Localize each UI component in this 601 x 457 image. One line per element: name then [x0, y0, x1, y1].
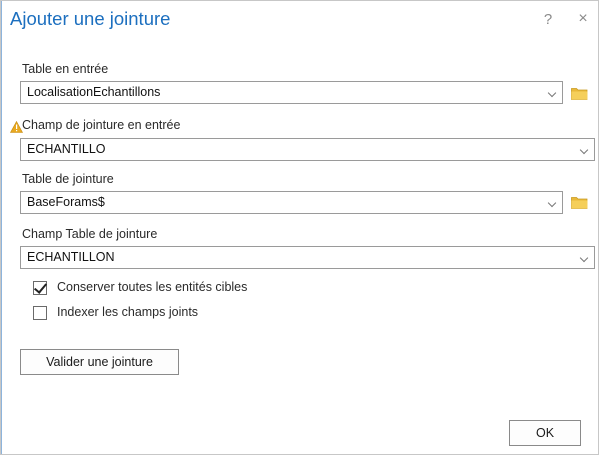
ok-button[interactable]: OK	[509, 420, 581, 446]
chevron-down-icon	[579, 253, 589, 263]
chevron-down-icon	[579, 145, 589, 155]
input-join-field-value: ECHANTILLO	[27, 142, 106, 156]
folder-icon[interactable]	[571, 196, 588, 209]
validate-join-button[interactable]: Valider une jointure	[20, 349, 179, 375]
input-join-field-dropdown[interactable]: ECHANTILLO	[20, 138, 595, 161]
folder-icon[interactable]	[571, 87, 588, 100]
input-table-value: LocalisationEchantillons	[27, 85, 161, 99]
join-table-value: BaseForams$	[27, 195, 105, 209]
index-fields-checkbox[interactable]	[33, 306, 47, 320]
help-button[interactable]: ?	[541, 11, 555, 29]
join-table-label: Table de jointure	[22, 172, 114, 186]
join-table-dropdown[interactable]: BaseForams$	[20, 191, 563, 214]
chevron-down-icon	[547, 198, 557, 208]
input-table-dropdown[interactable]: LocalisationEchantillons	[20, 81, 563, 104]
keep-all-checkbox[interactable]	[33, 280, 48, 295]
input-join-field-label: Champ de jointure en entrée	[22, 118, 181, 132]
join-table-field-label: Champ Table de jointure	[22, 227, 158, 241]
input-table-label: Table en entrée	[22, 62, 109, 76]
index-fields-label: Indexer les champs joints	[57, 305, 199, 319]
close-button[interactable]: ×	[575, 10, 591, 28]
chevron-down-icon	[547, 88, 557, 98]
join-table-field-dropdown[interactable]: ECHANTILLON	[20, 246, 595, 269]
checkmark-icon	[33, 280, 48, 294]
keep-all-label: Conserver toutes les entités cibles	[57, 280, 248, 294]
add-join-dialog: Ajouter une jointure ? × Table en entrée…	[0, 0, 599, 455]
join-table-field-value: ECHANTILLON	[27, 250, 115, 264]
dialog-title: Ajouter une jointure	[10, 8, 171, 29]
